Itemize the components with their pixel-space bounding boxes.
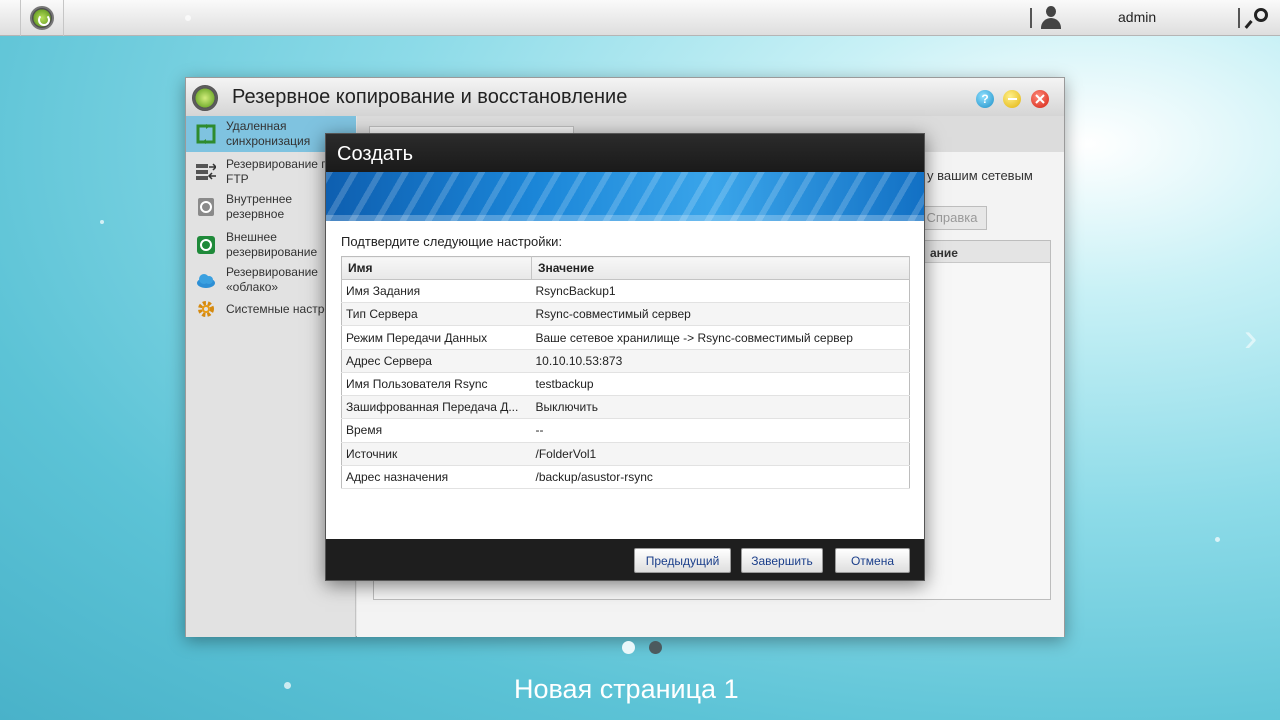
close-button[interactable] [1031,90,1049,108]
dialog-banner [326,172,924,221]
main-menu-button[interactable] [20,0,64,36]
confirm-text: Подтвердите следующие настройки: [341,234,563,249]
table-header: Имя Значение [341,256,910,280]
settings-table: Имя Значение Имя Задания RsyncBackup1 Тип… [341,256,910,490]
ftp-backup-icon [196,163,216,180]
cancel-button[interactable]: Отмена [835,548,910,573]
setting-value: Ваше сетевое хранилище -> Rsync-совмести… [531,325,910,350]
sparkle [185,15,191,21]
setting-value: Выключить [531,395,910,420]
close-icon [1035,94,1045,104]
description-text: у вашим сетевым [927,168,1033,183]
page-dot-1[interactable] [622,641,635,654]
setting-name: Имя Пользователя Rsync [341,372,532,397]
previous-button[interactable]: Предыдущий [634,548,731,573]
minimize-icon [1007,98,1017,100]
setting-value: /backup/asustor-rsync [531,465,910,490]
dialog-title: Создать [337,143,414,165]
page-dot-2[interactable] [649,641,662,654]
search-icon[interactable] [1244,8,1269,30]
column-header: ание [930,246,958,260]
table-row: Время -- [341,418,910,443]
window-titlebar[interactable]: Резервное копирование и восстановление ? [186,78,1064,116]
create-dialog: Создать Подтвердите следующие настройки:… [325,133,925,581]
external-backup-icon [197,236,215,254]
top-bar: admin [0,0,1280,36]
setting-value: RsyncBackup1 [531,279,910,304]
setting-name: Адрес Сервера [341,349,532,373]
table-row: Имя Задания RsyncBackup1 [341,279,910,304]
finish-button[interactable]: Завершить [741,548,823,573]
divider [1030,8,1032,28]
column-header-name: Имя [341,256,532,280]
help-button[interactable]: ? [976,90,994,108]
gear-icon [198,301,214,317]
remote-sync-icon [196,124,216,144]
setting-value: testbackup [531,372,910,397]
setting-name: Зашифрованная Передача Д... [341,395,532,420]
setting-value: /FolderVol1 [531,442,910,466]
setting-name: Режим Передачи Данных [341,325,532,350]
table-row: Адрес Сервера 10.10.10.53:873 [341,349,910,373]
table-row: Источник/FolderVol1 [341,442,910,466]
internal-backup-icon [198,198,214,216]
user-icon[interactable] [1040,6,1062,30]
window-title: Резервное копирование и восстановление [232,86,628,108]
sparkle [284,682,291,689]
table-row: Режим Передачи Данных Ваше сетевое хранил… [341,325,910,350]
sparkle [1215,537,1220,542]
setting-name: Имя Задания [341,279,532,304]
dialog-footer: Предыдущий Завершить Отмена [326,539,924,580]
table-row: Имя Пользователя Rsync testbackup [341,372,910,397]
app-logo-icon [30,6,54,30]
dialog-header[interactable]: Создать [326,134,924,172]
setting-name: Адрес назначения [341,465,532,490]
sparkle [100,220,104,224]
setting-value: -- [531,418,910,443]
username-label[interactable]: admin [1118,9,1156,25]
table-row: Зашифрованная Передача Д... Выключить [341,395,910,420]
backup-app-icon [192,85,218,111]
chevron-right-icon[interactable]: › [1244,316,1257,361]
help-button[interactable]: Справка [917,206,987,230]
table-row: Адрес назначения/backup/asustor-rsync [341,465,910,490]
table-row: Тип Сервера Rsync-совместимый сервер [341,302,910,327]
setting-name: Источник [341,442,532,466]
setting-value: 10.10.10.53:873 [531,349,910,373]
setting-name: Время [341,418,532,443]
help-icon: ? [981,92,989,106]
minimize-button[interactable] [1003,90,1021,108]
cloud-icon [197,274,215,288]
divider [1238,8,1240,28]
desktop-page-label: Новая страница 1 [514,674,739,704]
column-header-value: Значение [531,256,910,280]
setting-name: Тип Сервера [341,302,532,327]
setting-value: Rsync-совместимый сервер [531,302,910,327]
